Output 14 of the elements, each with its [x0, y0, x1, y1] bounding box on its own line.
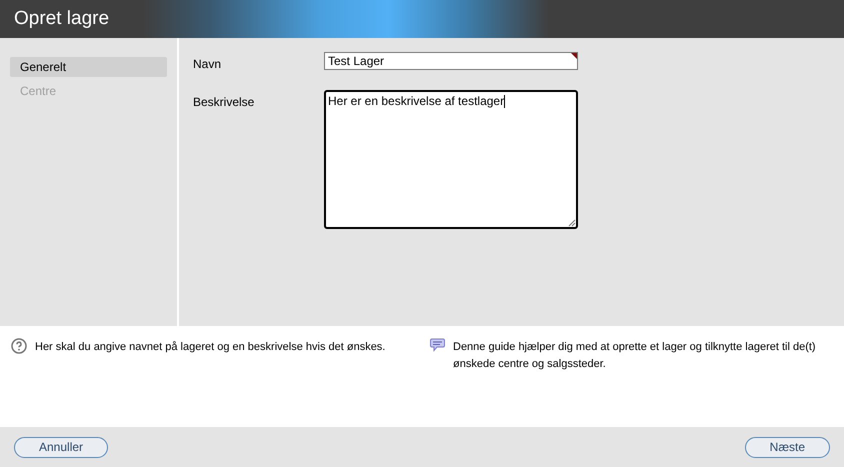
sidebar-item[interactable]: Generelt — [10, 57, 167, 77]
field-label: Navn — [193, 56, 222, 73]
name-field[interactable]: Test Lager — [324, 52, 578, 70]
required-marker-icon — [571, 53, 577, 59]
cancel-button[interactable]: Annuller — [14, 436, 108, 458]
window-title: Opret lagre — [14, 6, 110, 31]
guide-text: Denne guide hjælper dig med at oprette et lager og tilknytte lageret til de(t) ønskede centre og salgssteder. — [453, 340, 817, 372]
help-text: Her skal du angive navnet på lageret og en beskrivelse hvis det ønskes. — [35, 340, 386, 355]
question-icon — [11, 338, 27, 354]
description-field[interactable]: Her er en beskrivelse af testlager — [324, 90, 578, 229]
speech-bubble-icon — [430, 338, 445, 352]
resize-grip-icon — [568, 219, 576, 227]
next-button[interactable]: Næste — [744, 436, 830, 458]
field-label: Beskrivelse — [193, 94, 256, 111]
